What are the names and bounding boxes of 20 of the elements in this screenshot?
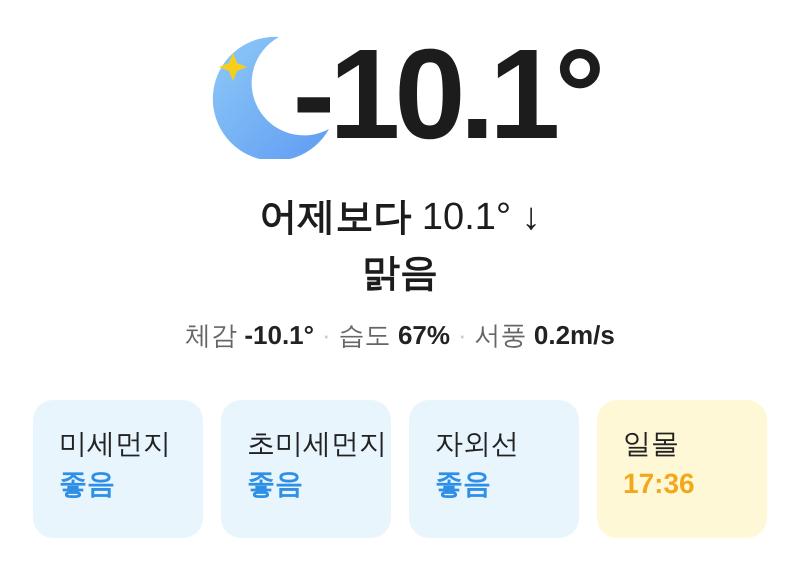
separator-dot: ·	[322, 322, 331, 348]
card-value: 17:36	[623, 470, 696, 498]
weather-detail: 습도 67%	[338, 322, 450, 348]
temperature: -10.1°	[292, 31, 600, 159]
card-value: 좋음	[59, 470, 116, 498]
weather-card[interactable]: 미세먼지 좋음	[33, 400, 203, 538]
card-title: 자외선	[435, 430, 520, 458]
card-title: 초미세먼지	[247, 430, 388, 458]
weather-card[interactable]: 초미세먼지 좋음	[221, 400, 391, 538]
yesterday-comparison: 어제보다 10.1° ↓	[259, 198, 541, 236]
card-title: 일몰	[623, 430, 680, 458]
separator-dot: ·	[458, 322, 467, 348]
weather-detail: 체감 -10.1°	[185, 322, 314, 348]
card-title: 미세먼지	[59, 430, 172, 458]
card-value: 좋음	[435, 470, 492, 498]
weather-card[interactable]: 자외선 좋음	[409, 400, 579, 538]
weather-condition: 맑음	[362, 254, 438, 292]
card-value: 좋음	[247, 470, 304, 498]
weather-detail: 서풍 0.2m/s	[474, 322, 615, 348]
weather-card[interactable]: 일몰 17:36	[597, 400, 767, 538]
